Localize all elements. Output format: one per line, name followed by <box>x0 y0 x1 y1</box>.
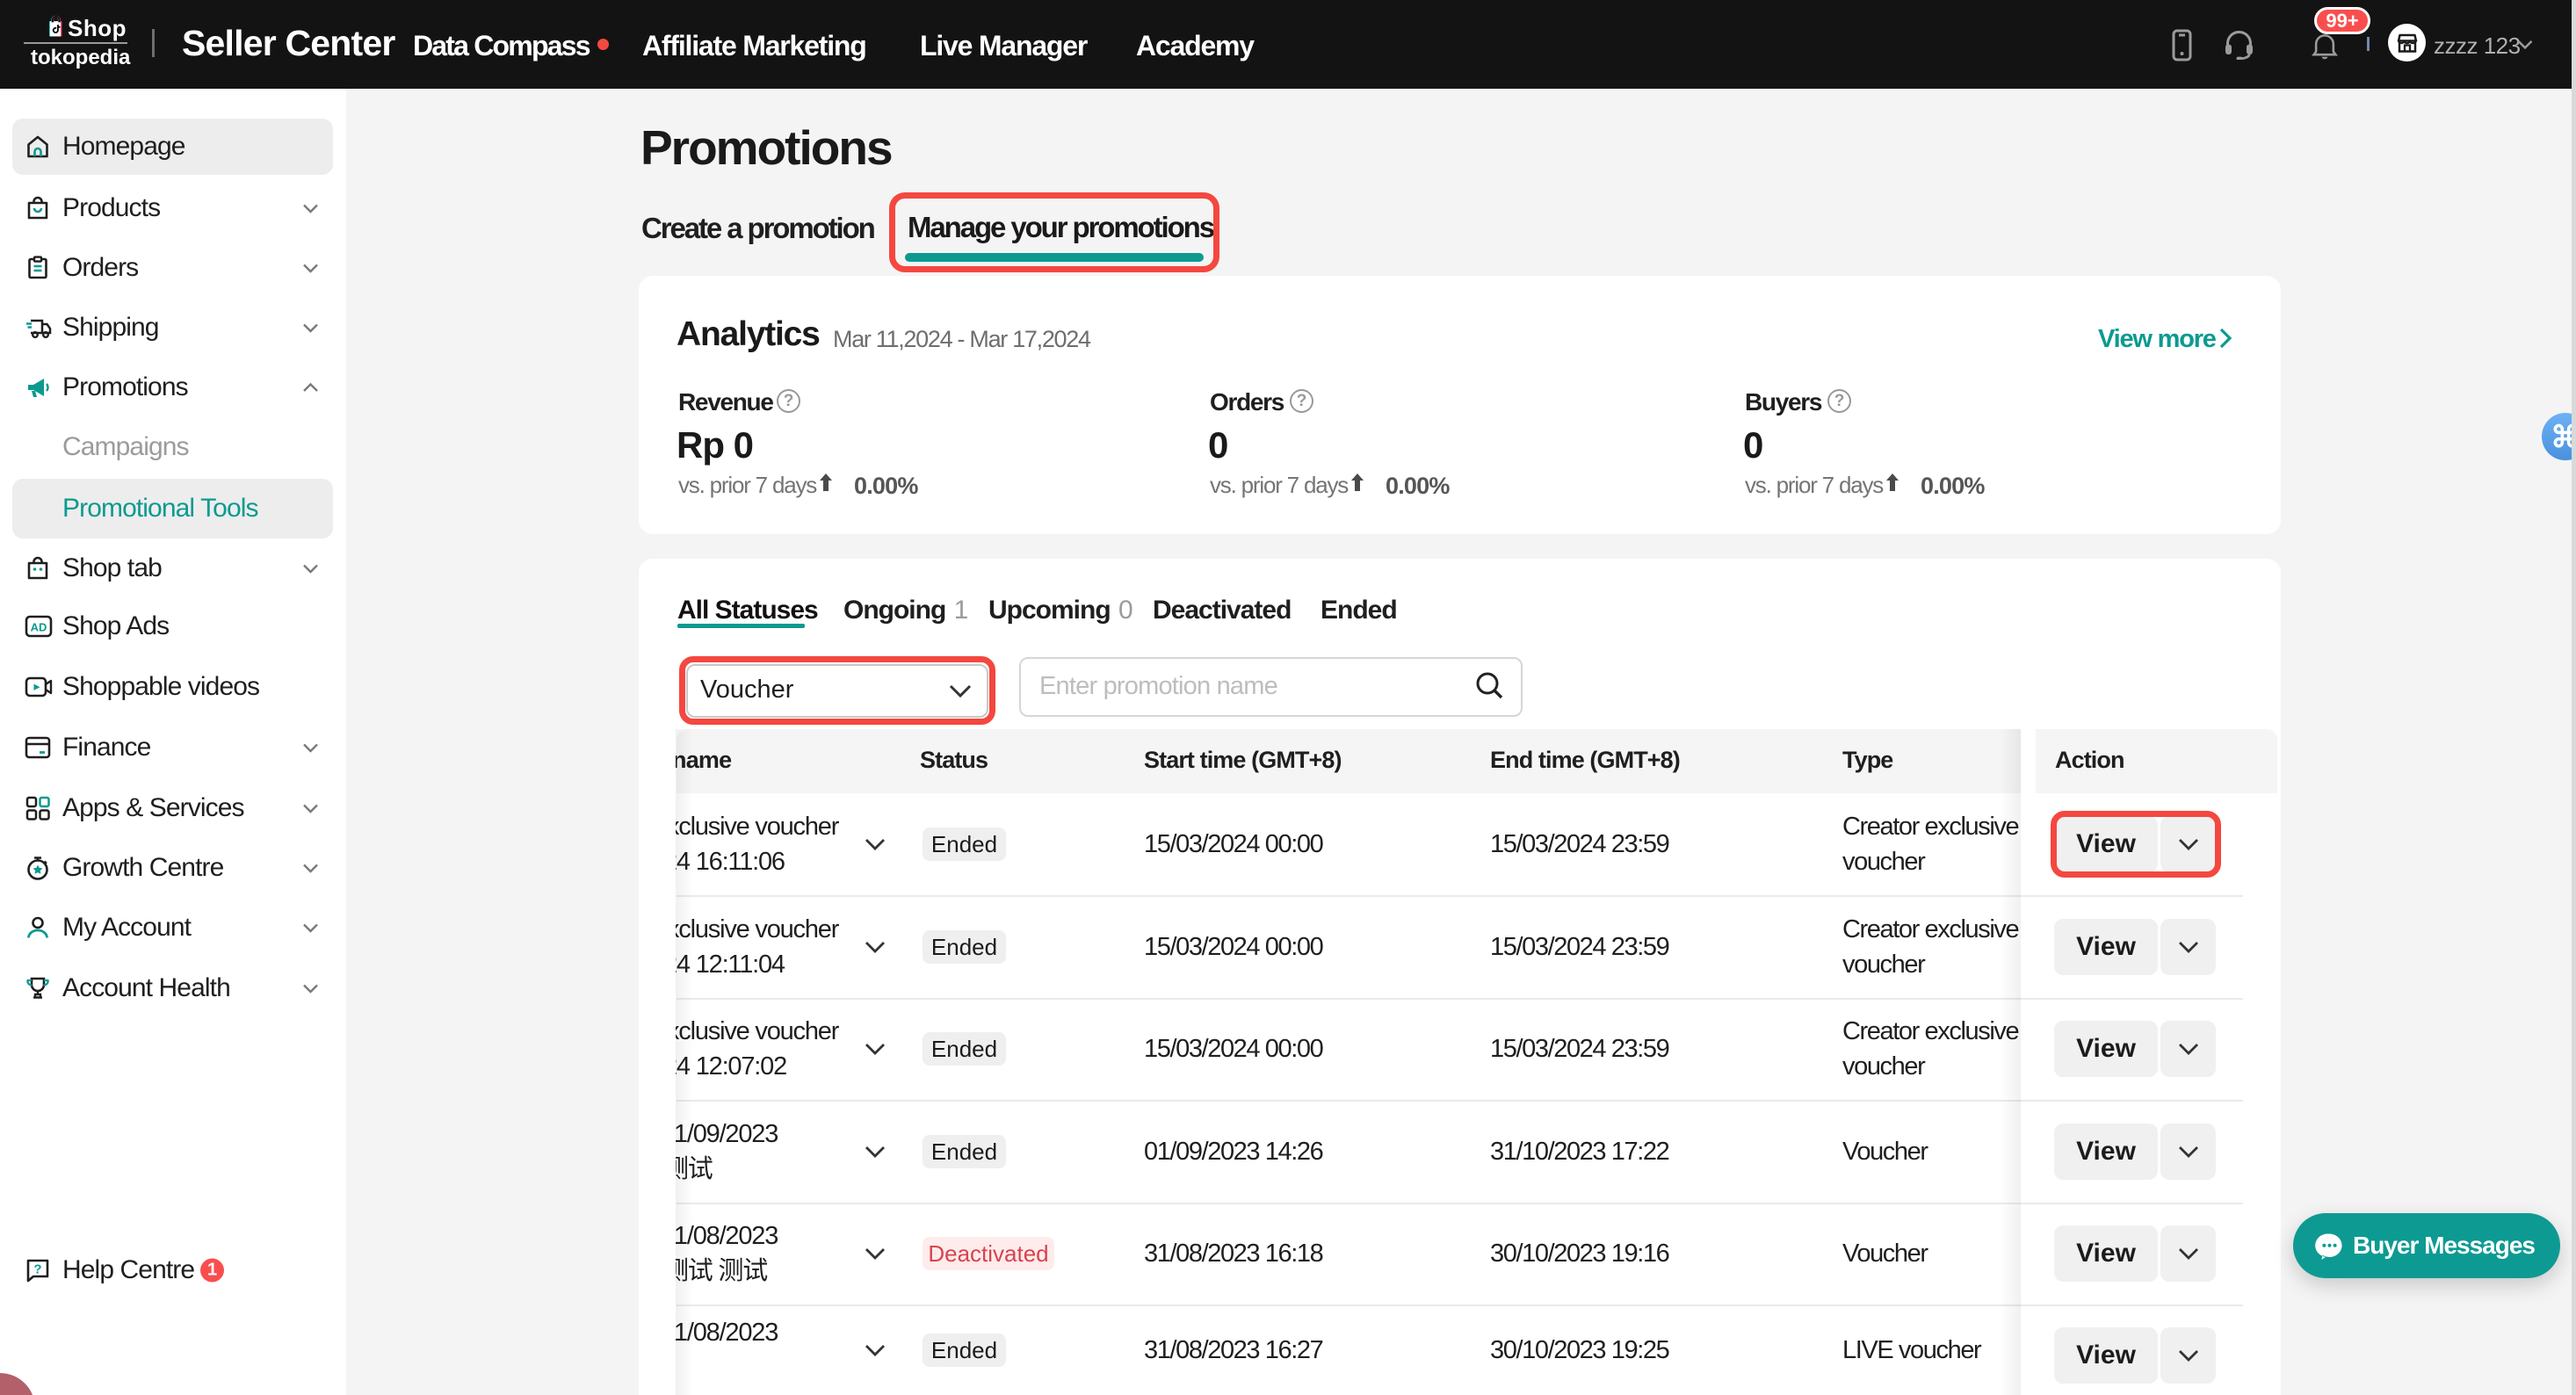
svg-text:?: ? <box>33 1262 41 1277</box>
svg-text:AD: AD <box>31 621 47 634</box>
